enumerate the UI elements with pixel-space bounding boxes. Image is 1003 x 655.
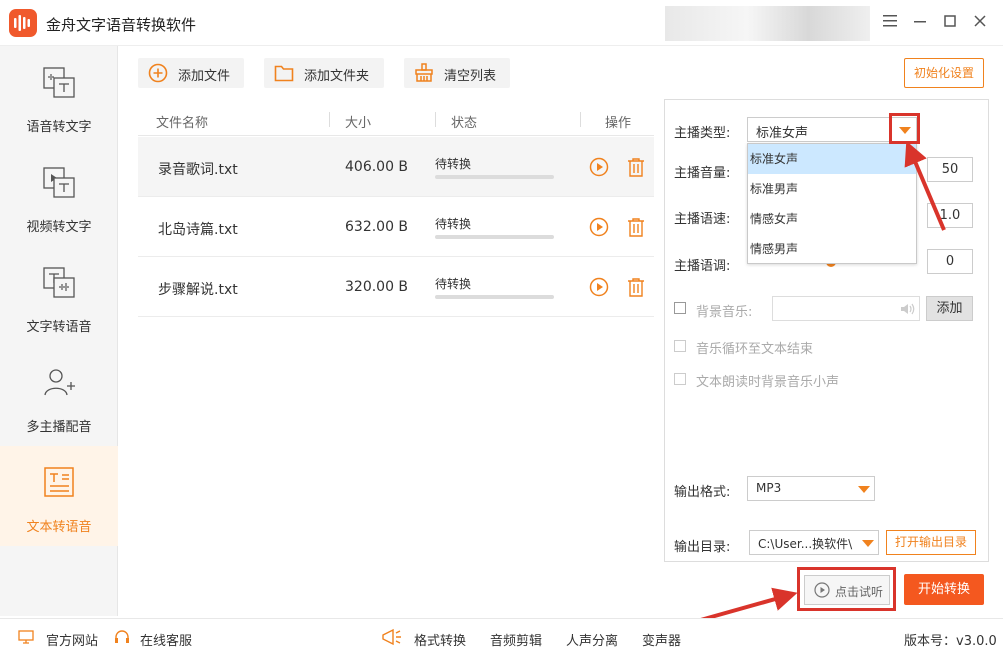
online-support-link[interactable]: 在线客服 [140, 630, 192, 649]
format-convert-link[interactable]: 格式转换 [414, 630, 466, 649]
official-website-link[interactable]: 官方网站 [46, 630, 98, 649]
footer-bar: 官方网站 在线客服 格式转换 音频剪辑 人声分离 变声器 版本号：v3.0.0 [0, 618, 1003, 655]
website-icon [18, 630, 34, 648]
voice-changer-link[interactable]: 变声器 [642, 630, 681, 649]
megaphone-icon [381, 628, 403, 650]
version-label: 版本号：v3.0.0 [904, 634, 997, 649]
arrow-icon [904, 140, 946, 231]
audio-edit-link[interactable]: 音频剪辑 [490, 630, 542, 649]
headset-icon [114, 629, 130, 649]
annotation-arrows [696, 140, 946, 623]
vocal-separation-link[interactable]: 人声分离 [566, 630, 618, 649]
